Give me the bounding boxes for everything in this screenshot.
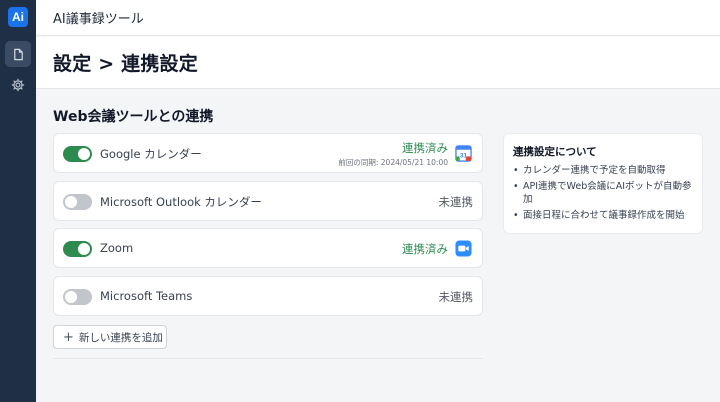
integration-status: 連携済み: [402, 242, 448, 256]
integration-status: 未連携: [438, 290, 474, 304]
plus-icon: +: [63, 329, 74, 345]
integration-google-calendar: Google カレンダー 連携済み 前回の同期: 2024/05/21 10:0…: [53, 133, 483, 173]
zoom-icon: [455, 240, 472, 257]
section-divider: [53, 358, 483, 359]
teams-toggle[interactable]: [63, 289, 92, 305]
gear-icon: [11, 78, 25, 92]
integration-outlook-calendar: Microsoft Outlook カレンダー 未連携: [53, 181, 483, 221]
info-item: カレンダー連携で予定を自動取得: [513, 164, 693, 177]
toggle-knob: [78, 148, 90, 160]
top-bar: AI議事録ツール: [36, 0, 720, 36]
integration-name: Zoom: [100, 241, 134, 255]
integration-name: Google カレンダー: [100, 147, 202, 161]
toggle-knob: [65, 291, 77, 303]
sidebar-item-documents[interactable]: [5, 41, 31, 67]
section-title: Web会議ツールとの連携: [53, 109, 214, 125]
info-item: API連携でWeb会議にAIボットが自動参加: [513, 180, 693, 206]
zoom-toggle[interactable]: [63, 241, 92, 257]
info-panel: 連携設定について カレンダー連携で予定を自動取得 API連携でWeb会議にAIボ…: [503, 133, 703, 234]
integration-teams: Microsoft Teams 未連携: [53, 276, 483, 316]
integration-zoom: Zoom 連携済み: [53, 228, 483, 268]
page-title: 設定 > 連携設定: [53, 53, 198, 75]
add-integration-label: 新しい連携を追加: [78, 331, 163, 344]
integration-name: Microsoft Outlook カレンダー: [100, 195, 262, 209]
add-integration-button[interactable]: + 新しい連携を追加: [53, 325, 167, 349]
app-logo[interactable]: Ai: [8, 7, 28, 27]
toggle-knob: [65, 196, 77, 208]
info-title: 連携設定について: [513, 146, 597, 158]
google-calendar-icon: 31: [455, 145, 472, 162]
google-calendar-toggle[interactable]: [63, 146, 92, 162]
last-sync-text: 前回の同期: 2024/05/21 10:00: [338, 158, 448, 167]
toggle-knob: [78, 243, 90, 255]
integration-status: 未連携: [438, 195, 474, 209]
sidebar-item-settings[interactable]: [5, 72, 31, 98]
page-header: 設定 > 連携設定: [36, 37, 720, 89]
google-calendar-icon-text: 31: [460, 153, 468, 160]
app-title: AI議事録ツール: [53, 12, 144, 27]
info-list: カレンダー連携で予定を自動取得 API連携でWeb会議にAIボットが自動参加 面…: [513, 164, 693, 222]
document-icon: [13, 48, 23, 60]
outlook-calendar-toggle[interactable]: [63, 194, 92, 210]
sidebar: Ai: [0, 0, 36, 402]
integration-status: 連携済み: [402, 141, 448, 155]
integration-name: Microsoft Teams: [100, 289, 193, 303]
info-item: 面接日程に合わせて議事録作成を開始: [513, 209, 693, 222]
